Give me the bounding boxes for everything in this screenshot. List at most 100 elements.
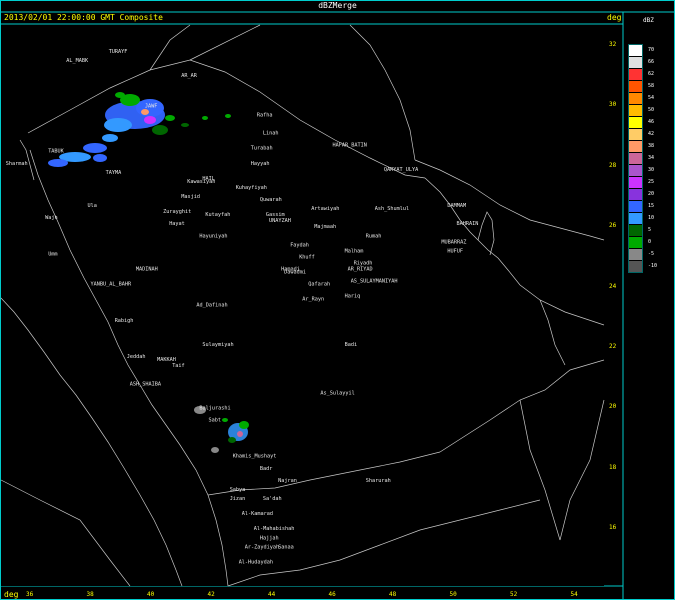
city-label: Umm [48, 251, 57, 257]
lat-unit-label: deg [607, 13, 622, 22]
colorbar-level-label: 10 [648, 215, 655, 221]
city-label: Baljurashi [199, 405, 230, 411]
city-label: Kutayfah [205, 212, 230, 218]
colorbar-swatch [629, 45, 642, 56]
lon-tick-label: 42 [207, 591, 215, 598]
city-label: Hariq [345, 294, 361, 300]
colorbar-swatch [629, 81, 642, 92]
city-label: Zurayghit [163, 209, 191, 215]
colorbar-swatch [629, 93, 642, 104]
lon-unit-label: deg [4, 590, 19, 599]
colorbar-swatch [629, 69, 642, 80]
window-title: dBZMerge [318, 1, 357, 10]
colorbar-level-label: 20 [648, 191, 655, 197]
city-label: Sabya [230, 487, 246, 493]
colorbar-swatch [629, 57, 642, 68]
lon-tick-label: 46 [328, 591, 336, 598]
city-label: Ula [88, 203, 97, 209]
city-label: Qafarah [308, 282, 330, 288]
city-label: Sulaymiyah [202, 342, 233, 348]
city-label: AS_SULAYMANIYAH [351, 279, 398, 285]
city-label: HAFAR_BATIN [333, 143, 367, 149]
city-label: Jeddah [127, 354, 146, 360]
lon-tick-label: 44 [268, 591, 276, 598]
colorbar-level-label: -5 [648, 251, 655, 257]
colorbar-level-label: 66 [648, 59, 655, 65]
lon-tick-label: 40 [147, 591, 155, 598]
city-label: ASH_SHAIBA [130, 381, 162, 387]
city-label: Khamis_Mushayt [233, 454, 277, 460]
city-label: AL_MABK [66, 58, 89, 64]
city-label: Badr [260, 466, 273, 472]
colorbar-level-label: 15 [648, 203, 655, 209]
city-label: AR_RIYAD [348, 267, 373, 273]
radar-map-frame: AL_MABK TURAYF AR_AR JAWF Rafha Linah HAFAR_BA… [0, 0, 675, 600]
city-label: Rumah [366, 233, 382, 239]
city-label: BAHRAIN [457, 221, 479, 227]
city-label: Majmaah [314, 224, 336, 230]
city-label: Jizan [230, 496, 246, 502]
city-label: QARYAT_ULYA [384, 167, 419, 173]
city-label: Khuff [299, 254, 315, 260]
city-label: Hajjah [260, 535, 279, 541]
city-label: YANBU_AL_BAHR [91, 282, 132, 288]
city-label: Masjid [181, 194, 200, 200]
city-label: Al-Mahabishah [254, 526, 295, 532]
colorbar-swatch [629, 249, 642, 260]
colorbar-swatch [629, 261, 642, 272]
colorbar-swatch [629, 117, 642, 128]
city-label: Sharurah [366, 478, 391, 484]
city-label: Artawiyah [311, 206, 339, 212]
city-label: Al-Hudaydah [239, 559, 273, 565]
lat-tick-label: 30 [609, 101, 617, 109]
city-label: Faydah [290, 242, 309, 248]
lat-tick-label: 16 [609, 524, 617, 532]
city-label: Ar-Zaydiyah [245, 544, 279, 550]
city-label: Sa'dah [263, 496, 282, 502]
colorbar-level-label: 30 [648, 167, 655, 173]
colorbar-swatch [629, 141, 642, 152]
lon-tick-label: 38 [86, 591, 94, 598]
map-area[interactable]: AL_MABK TURAYF AR_AR JAWF Rafha Linah HAFAR_BA… [0, 24, 605, 587]
city-label: Hayat [169, 221, 185, 227]
city-label: Quwarah [260, 197, 282, 203]
city-label: Ar_Rayn [302, 297, 324, 303]
lon-tick-label: 48 [389, 591, 397, 598]
colorbar-swatch [629, 105, 642, 116]
colorbar-level-label: 50 [648, 107, 655, 113]
city-label: Al-Kamarad [242, 511, 273, 517]
city-label: Taif [172, 363, 185, 369]
city-label: Sharmah [6, 161, 28, 167]
city-label: AR_AR [181, 73, 197, 79]
colorbar-swatch [629, 153, 642, 164]
city-label: TURAYF [109, 49, 128, 55]
colorbar-swatch [629, 177, 642, 188]
city-label: Wajh [45, 215, 58, 221]
colorbar-unit-label: dBZ [643, 17, 654, 24]
city-label: MUBARRAZ [441, 239, 466, 245]
city-label: Linah [263, 131, 279, 137]
lon-tick-label: 54 [570, 591, 578, 598]
city-label: Sanaa [278, 544, 294, 550]
city-label: DAMMAM [447, 203, 466, 209]
lat-tick-label: 20 [609, 403, 617, 411]
city-label: Hayyah [251, 161, 270, 167]
colorbar-level-label: 62 [648, 71, 655, 77]
city-label: Badi [345, 342, 358, 348]
lat-tick-label: 26 [609, 222, 617, 230]
colorbar-level-label: 34 [648, 155, 655, 161]
lat-tick-label: 22 [609, 343, 617, 350]
city-label: Hayuniyah [199, 233, 227, 239]
colorbar-swatch [629, 225, 642, 236]
city-label: Ad_Dafinah [196, 303, 227, 309]
city-label: Rabigh [115, 318, 134, 324]
city-label: TABUK [48, 149, 64, 155]
city-label: Malham [345, 248, 364, 254]
colorbar-level-label: 0 [648, 239, 652, 245]
colorbar-level-label: -10 [648, 263, 658, 269]
city-label: Rafha [257, 113, 273, 119]
lon-tick-label: 50 [449, 591, 457, 598]
city-label: As_Sulayyil [320, 390, 354, 396]
city-label: Ash_Shumlul [375, 206, 409, 212]
city-label: Kuhayfiyah [236, 185, 267, 191]
